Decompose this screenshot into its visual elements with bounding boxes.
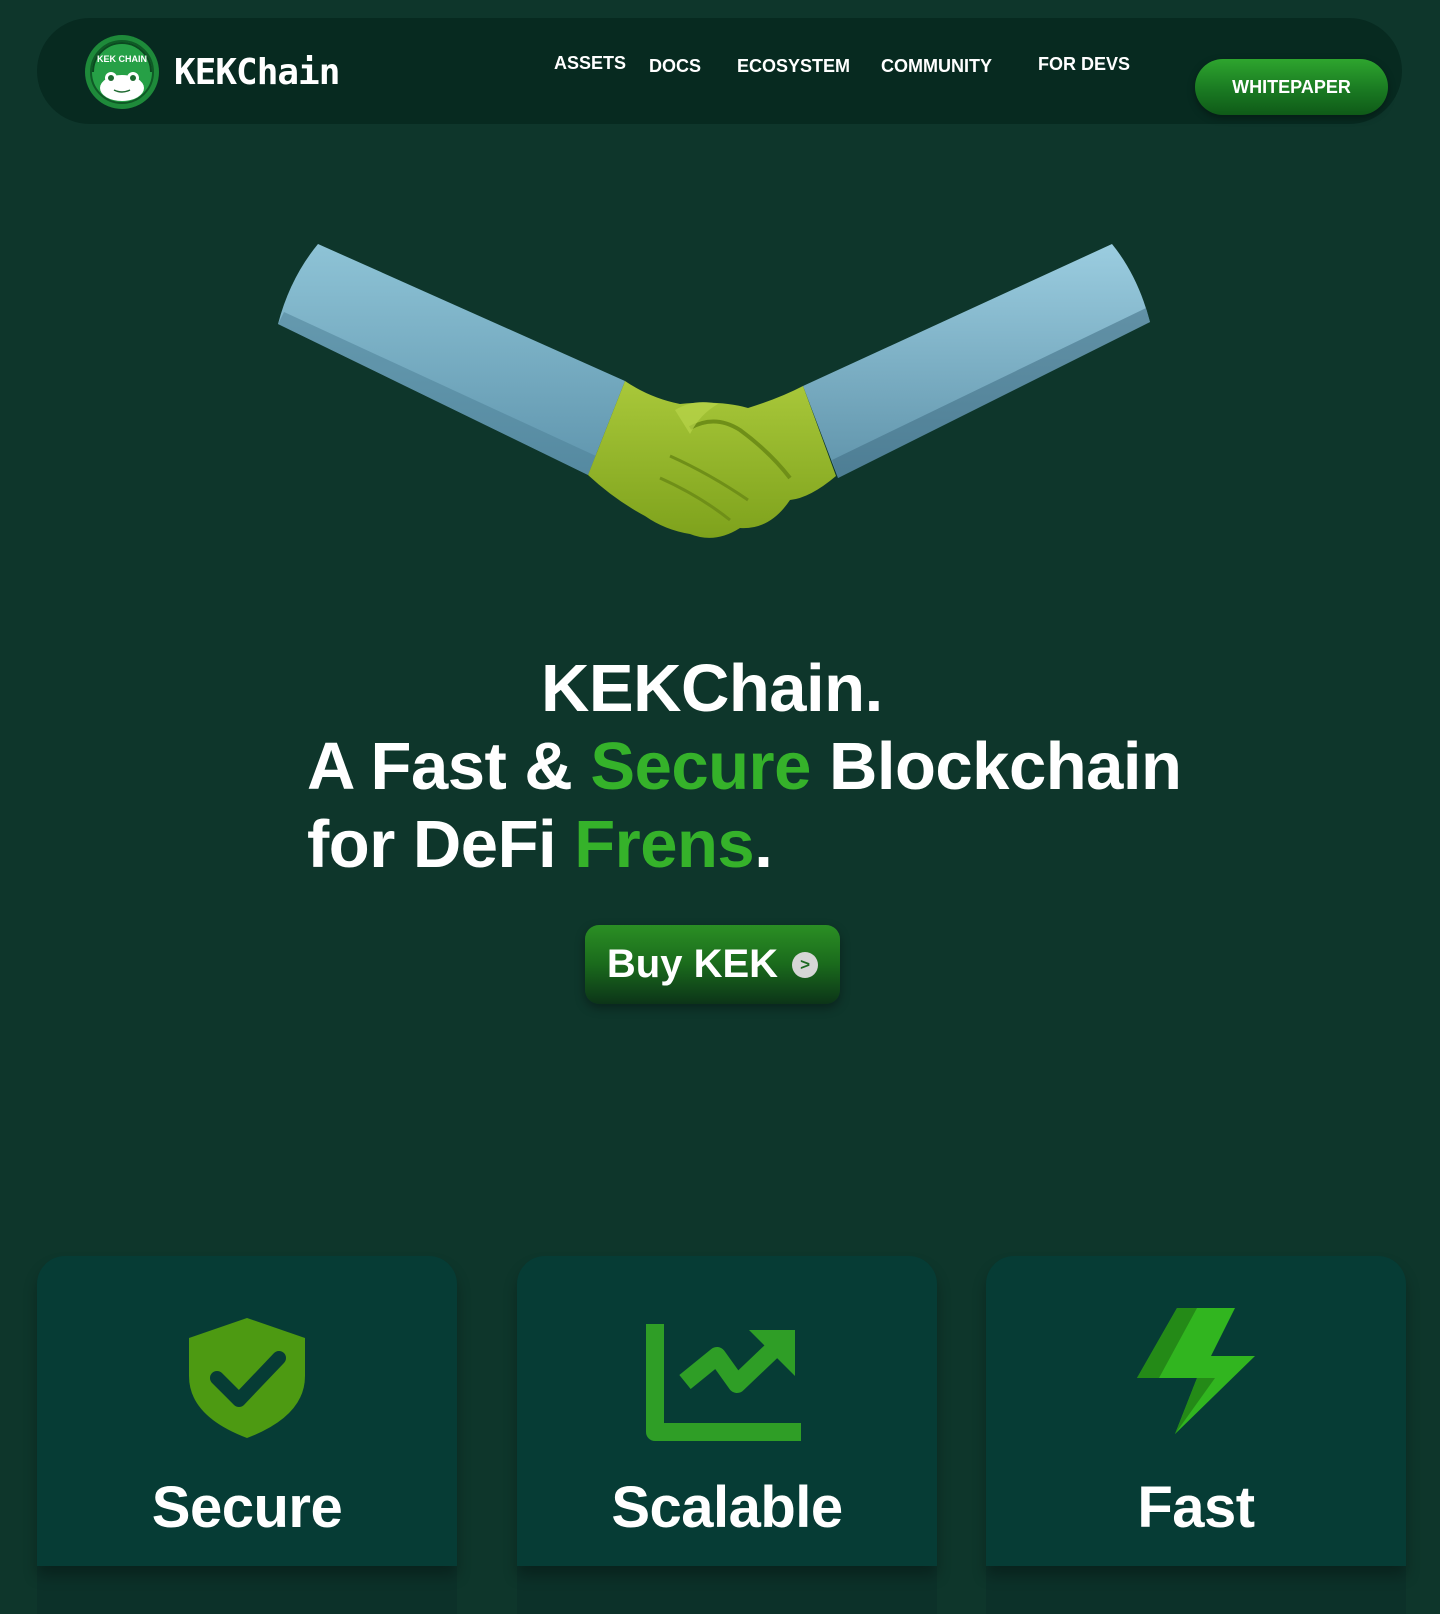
hero-accent-frens: Frens: [574, 807, 755, 882]
feature-title-secure: Secure: [151, 1475, 343, 1540]
card-shadow-strip: [517, 1566, 937, 1614]
nav-link-for-devs[interactable]: FOR DEVS: [1038, 54, 1130, 75]
nav-link-docs[interactable]: DOCS: [649, 56, 701, 77]
hero-line2-end: Blockchain: [810, 729, 1182, 804]
nav-link-assets[interactable]: ASSETS: [554, 53, 626, 74]
top-navbar: KEK CHAIN KEKChain ASSETS DOCS ECOSYSTEM…: [37, 18, 1402, 124]
buy-kek-button[interactable]: Buy KEK >: [585, 925, 840, 1004]
hero-accent-secure: Secure: [590, 729, 811, 804]
card-shadow-strip: [986, 1566, 1406, 1614]
feature-card-scalable: Scalable: [517, 1256, 937, 1566]
feature-title-scalable: Scalable: [611, 1475, 843, 1540]
hero-line3-end: .: [754, 807, 773, 882]
frog-logo-icon: KEK CHAIN: [85, 35, 159, 109]
brand-name: KEKChain: [174, 51, 340, 93]
hero-line2-start: A Fast &: [307, 729, 591, 804]
feature-title-fast: Fast: [1137, 1475, 1255, 1540]
feature-card-fast: Fast: [986, 1256, 1406, 1566]
whitepaper-button[interactable]: WHITEPAPER: [1195, 59, 1388, 115]
logo-badge-text: KEK CHAIN: [97, 54, 147, 64]
shield-check-icon: [189, 1318, 305, 1438]
hero-headline: KEKChain. A Fast & Secure Blockchain for…: [307, 650, 1207, 884]
buy-kek-label: Buy KEK: [606, 942, 779, 986]
nav-link-community[interactable]: COMMUNITY: [881, 56, 992, 77]
card-shadow-strip: [37, 1566, 457, 1614]
feature-card-secure: Secure: [37, 1256, 457, 1566]
brand-logo[interactable]: KEK CHAIN KEKChain: [84, 34, 340, 110]
hero-headline-line1: KEKChain.: [541, 651, 883, 726]
hero-line3-start: for DeFi: [307, 807, 575, 882]
arrow-right-circle-icon: >: [792, 951, 819, 978]
hero-headline-line3: for DeFi Frens.: [307, 806, 1207, 884]
handshake-illustration: [278, 244, 1150, 538]
hero-headline-line2: A Fast & Secure Blockchain: [307, 728, 1207, 806]
nav-link-ecosystem[interactable]: ECOSYSTEM: [737, 56, 850, 77]
lightning-bolt-icon: [1137, 1308, 1255, 1434]
trending-chart-icon: [646, 1324, 801, 1441]
